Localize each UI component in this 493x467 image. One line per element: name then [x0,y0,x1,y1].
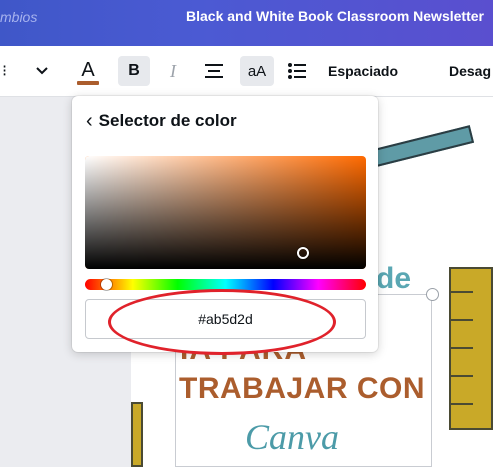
document-title[interactable]: Black and White Book Classroom Newslette… [186,8,484,24]
canvas-text-de[interactable]: de [376,262,411,296]
text-color-glyph: A [81,58,95,81]
saturation-brightness-area[interactable] [85,156,366,269]
pencil-decoration [131,402,143,467]
header-left-text: mbios [0,9,38,25]
hue-slider-thumb[interactable] [101,279,112,290]
letter-case-button[interactable]: aA [240,56,274,86]
annotation-ellipse [108,289,336,355]
chevron-down-icon[interactable] [30,56,54,86]
canvas-text-line2[interactable]: TRABAJAR CON [179,372,425,406]
align-button[interactable] [200,56,228,86]
text-toolbar: ⁝ A B I aA Espaciado Desag [0,46,493,97]
ruler-decoration [449,267,493,430]
text-color-button[interactable]: A [74,56,102,86]
ungroup-button[interactable]: Desag [449,56,491,86]
italic-button[interactable]: I [160,56,186,86]
more-options-icon[interactable]: ⁝ [2,56,7,86]
spacing-button[interactable]: Espaciado [328,56,398,86]
top-header: mbios Black and White Book Classroom New… [0,0,493,46]
canva-logo: Canva [245,417,339,457]
color-cursor[interactable] [297,247,309,259]
resize-handle[interactable] [426,288,439,301]
bold-button[interactable]: B [118,56,150,86]
list-icon [288,63,306,79]
align-icon [205,64,223,78]
picker-title: Selector de color [98,111,237,130]
back-arrow-icon[interactable]: ‹ [86,111,93,131]
list-button[interactable] [284,56,310,86]
picker-header[interactable]: ‹ Selector de color [86,108,237,134]
text-color-swatch [77,80,99,85]
